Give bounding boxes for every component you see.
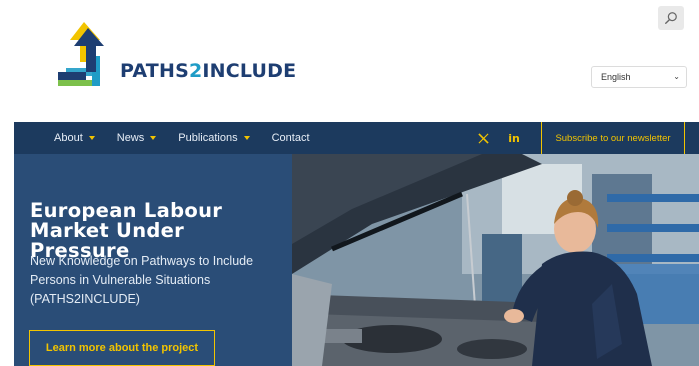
hero-image-mechanic <box>292 154 699 366</box>
nav-item-about[interactable]: About <box>54 132 95 144</box>
nav-item-label: Publications <box>178 132 238 144</box>
logo-wordmark: PATHS2INCLUDE <box>120 60 297 82</box>
nav-item-label: Contact <box>271 132 310 144</box>
learn-more-label: Learn more about the project <box>45 342 199 354</box>
search-button[interactable] <box>658 6 684 30</box>
nav-item-label: News <box>116 132 145 144</box>
site-header: PATHS2INCLUDE English ⌄ <box>0 0 699 122</box>
main-navigation: About News Publications Contact in Subsc… <box>14 122 699 154</box>
hero-text-panel: European Labour Market Under Pressure Ne… <box>14 154 292 366</box>
learn-more-button[interactable]: Learn more about the project <box>29 330 215 366</box>
subscribe-newsletter-button[interactable]: Subscribe to our newsletter <box>541 122 685 154</box>
caret-down-icon <box>243 136 250 140</box>
language-selected-value: English <box>601 72 631 82</box>
logo-arrows-icon <box>58 22 104 86</box>
x-logo-icon <box>477 132 489 144</box>
nav-item-publications[interactable]: Publications <box>178 132 250 144</box>
language-select[interactable]: English ⌄ <box>591 66 687 88</box>
linkedin-glyph: in <box>508 131 520 145</box>
hero-subtitle: New Knowledge on Pathways to Include Per… <box>30 254 254 306</box>
chevron-down-icon: ⌄ <box>673 72 680 81</box>
caret-down-icon <box>88 136 95 140</box>
x-twitter-icon[interactable] <box>476 130 490 146</box>
linkedin-icon[interactable]: in <box>507 130 521 146</box>
nav-item-contact[interactable]: Contact <box>272 132 310 144</box>
site-logo[interactable]: PATHS2INCLUDE <box>56 22 296 88</box>
caret-down-icon <box>150 136 157 140</box>
nav-item-news[interactable]: News <box>117 132 157 144</box>
subscribe-label: Subscribe to our newsletter <box>555 132 671 144</box>
search-icon <box>665 12 677 24</box>
nav-item-label: About <box>54 132 83 144</box>
hero-section: European Labour Market Under Pressure Ne… <box>14 154 699 366</box>
